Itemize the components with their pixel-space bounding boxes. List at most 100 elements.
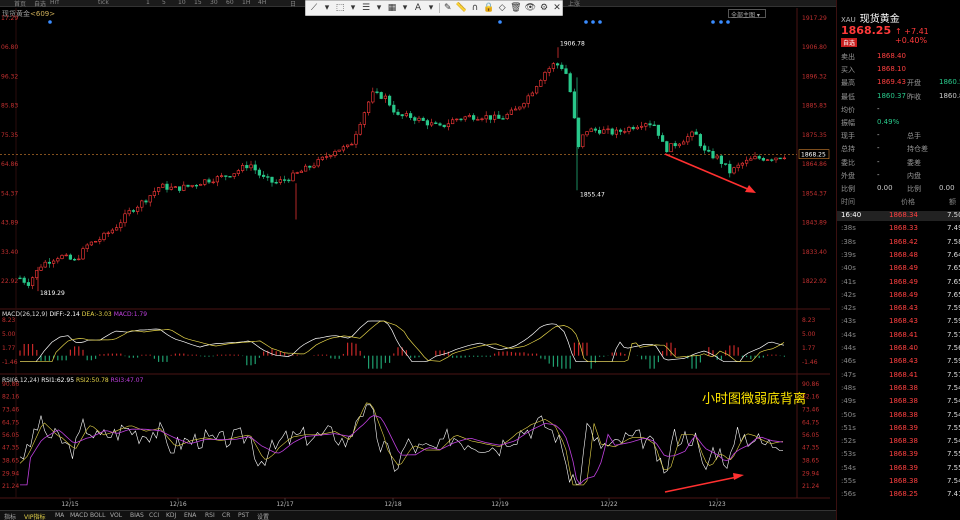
candle-body	[199, 184, 203, 186]
event-marker-icon	[719, 20, 723, 24]
tick-row[interactable]: :41s 1868.49 7.65	[837, 278, 960, 288]
candle-body	[186, 184, 190, 187]
indicator-tab[interactable]: BIAS	[130, 512, 144, 519]
tick-time: :53s	[841, 450, 856, 459]
rsi-axis-label-left: 82.16	[2, 394, 19, 401]
time-axis-label: 12/15	[61, 501, 78, 508]
indicator-tab[interactable]: VIP指标	[24, 512, 46, 520]
tick-row[interactable]: :38s 1868.33 7.49	[837, 224, 960, 234]
tick-row[interactable]: :40s 1868.49 7.65	[837, 264, 960, 274]
tick-time: :48s	[841, 383, 856, 392]
candle-body	[152, 191, 157, 196]
rsi-label: RSI(6,12,24)	[2, 377, 40, 384]
tick-price: 1868.41	[889, 330, 918, 339]
price-axis-label-left: 75.35	[1, 132, 18, 139]
tick-time: :50s	[841, 410, 856, 419]
candle-body	[463, 116, 467, 120]
candle-body	[287, 179, 291, 182]
tick-row[interactable]: :47s 1868.41 7.57	[837, 371, 960, 381]
candle-body	[585, 131, 589, 136]
price-axis-label: 1885.83	[802, 103, 827, 110]
indicator-tab[interactable]: ENA	[184, 512, 196, 519]
candle-body	[534, 86, 539, 94]
candle-body	[539, 80, 543, 87]
tick-row[interactable]: :42s 1868.49 7.65	[837, 291, 960, 301]
candle-body	[774, 157, 778, 161]
quote-l1: 最高	[841, 79, 855, 88]
macd-axis-label: -1.46	[802, 359, 818, 366]
indicator-tab[interactable]: BOLL	[90, 512, 105, 519]
candle-body	[68, 254, 72, 260]
rsi-axis-label: 29.94	[802, 470, 819, 477]
indicator-tab[interactable]: MA	[55, 512, 64, 519]
indicator-tab[interactable]: MACD	[70, 512, 88, 519]
tick-row[interactable]: 16:40 1868.34 7.50	[837, 211, 960, 221]
indicator-tab[interactable]: 指标	[4, 512, 16, 520]
tick-row[interactable]: :43s 1868.43 7.59	[837, 317, 960, 327]
quote-l2: 开盘	[907, 79, 921, 88]
tick-row[interactable]: :51s 1868.39 7.55	[837, 424, 960, 434]
tick-row[interactable]: :52s 1868.38 7.54	[837, 437, 960, 447]
quote-symbol: XAU	[841, 16, 856, 24]
candle-body	[43, 261, 47, 268]
candle-body	[623, 131, 627, 133]
candle-body	[505, 114, 509, 119]
candle-body	[345, 144, 350, 148]
tick-row[interactable]: :55s 1868.38 7.54	[837, 477, 960, 487]
tick-row[interactable]: :53s 1868.39 7.55	[837, 450, 960, 460]
indicator-tab[interactable]: CCI	[149, 512, 159, 519]
tick-row[interactable]: :46s 1868.43 7.59	[837, 357, 960, 367]
candle-body	[610, 128, 614, 135]
candle-body	[644, 123, 648, 127]
tick-price: 1868.43	[889, 317, 918, 326]
candle-body	[354, 133, 358, 145]
tick-row[interactable]: :44s 1868.40 7.56	[837, 344, 960, 354]
tick-row[interactable]: :50s 1868.38 7.54	[837, 411, 960, 421]
tick-row[interactable]: :48s 1868.38 7.54	[837, 384, 960, 394]
tick-row[interactable]: :54s 1868.39 7.55	[837, 464, 960, 474]
tick-volume: 7.57	[947, 370, 960, 379]
tick-row[interactable]: :44s 1868.41 7.57	[837, 331, 960, 341]
tick-row[interactable]: :39s 1868.48 7.64	[837, 251, 960, 261]
tick-volume: 7.50	[947, 211, 960, 219]
candle-body	[39, 266, 43, 271]
indicator-tab[interactable]: KDJ	[166, 512, 176, 519]
quote-row: 现手 - 总手	[839, 131, 960, 141]
tick-row[interactable]: :38s 1868.42 7.58	[837, 238, 960, 248]
rsi-axis-label: 47.35	[802, 445, 819, 452]
price-axis-label-left: 17.29	[1, 15, 18, 22]
candle-body	[669, 143, 673, 153]
macd-axis-label-left: -1.46	[2, 359, 18, 366]
event-marker-icon	[598, 20, 602, 24]
candle-body	[618, 129, 623, 132]
quote-l2: 总手	[907, 132, 921, 141]
tick-price: 1868.43	[889, 357, 918, 366]
price-axis-label: 1906.80	[802, 44, 827, 51]
watchlist-badge[interactable]: 自选	[841, 38, 858, 47]
arrowhead-icon	[733, 473, 744, 480]
quote-row: 委比 - 委差	[839, 158, 960, 168]
candle-body	[450, 119, 455, 125]
quote-v1: -	[877, 157, 880, 166]
quote-v2: 0.00	[939, 184, 955, 192]
event-marker-icon	[591, 20, 595, 24]
indicator-tab[interactable]: CR	[222, 512, 230, 519]
tick-row[interactable]: :42s 1868.43 7.59	[837, 304, 960, 314]
tick-row[interactable]: :49s 1868.38 7.54	[837, 397, 960, 407]
candle-body	[719, 155, 723, 164]
candle-body	[379, 92, 383, 99]
chart-area[interactable]: 1917.29 1906.80 1896.32 1885.83 1875.35 1864.…	[0, 0, 836, 510]
candle-body	[98, 239, 102, 242]
tick-row[interactable]: :56s 1868.25 7.41	[837, 490, 960, 500]
candle-body	[593, 128, 597, 131]
candle-body	[316, 159, 320, 167]
quote-row: 均价 -	[839, 105, 960, 115]
indicator-tab[interactable]: RSI	[205, 512, 215, 519]
price-axis-label: 1864.86	[802, 161, 827, 168]
indicator-tab[interactable]: VOL	[110, 512, 122, 519]
quote-v1: 1868.40	[877, 52, 906, 60]
candle-body	[350, 143, 354, 146]
candle-body	[501, 118, 505, 120]
indicator-tab[interactable]: 设置	[257, 512, 269, 520]
indicator-tab[interactable]: PST	[238, 512, 249, 519]
